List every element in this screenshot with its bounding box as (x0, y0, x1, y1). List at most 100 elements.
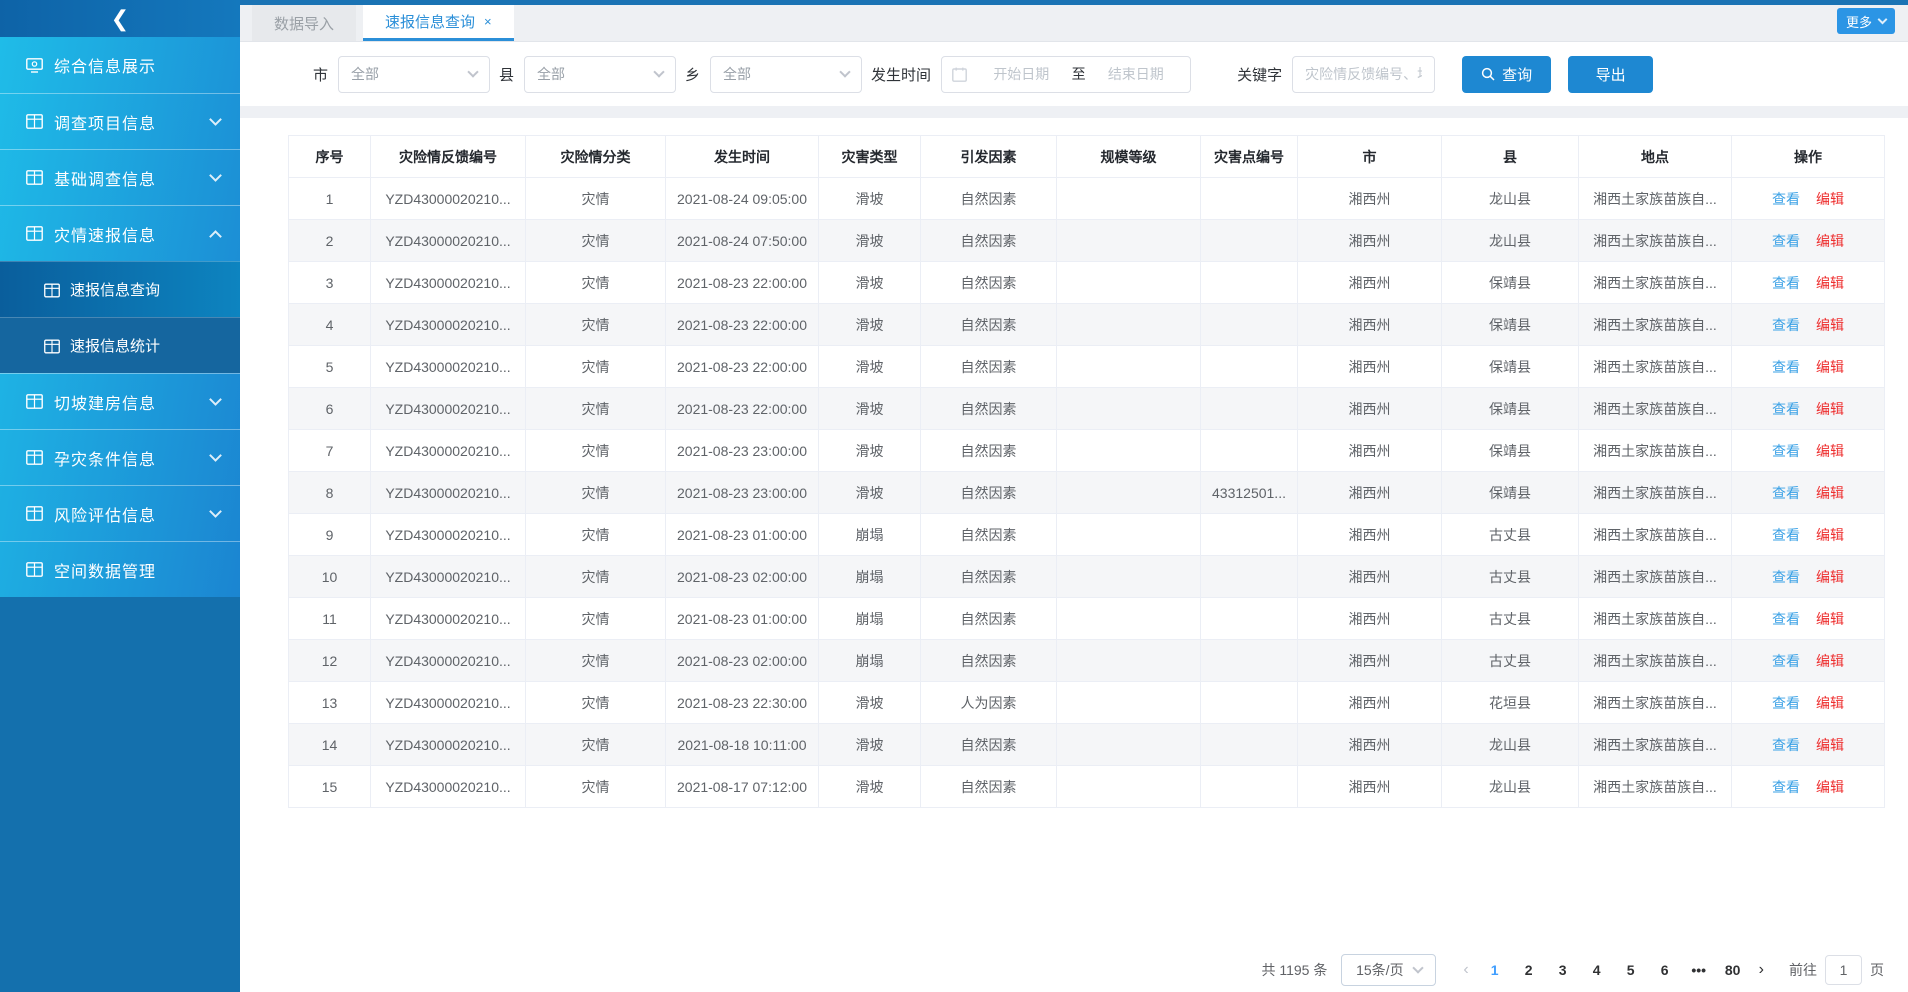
edit-link[interactable]: 编辑 (1816, 527, 1844, 543)
cell-type: 滑坡 (819, 304, 921, 346)
view-link[interactable]: 查看 (1772, 275, 1800, 291)
cell-actions: 查看编辑 (1732, 304, 1885, 346)
view-link[interactable]: 查看 (1772, 359, 1800, 375)
cell-scale (1057, 430, 1201, 472)
view-link[interactable]: 查看 (1772, 527, 1800, 543)
edit-link[interactable]: 编辑 (1816, 317, 1844, 333)
table-row: 13YZD43000020210...灾情2021-08-23 22:30:00… (289, 682, 1885, 724)
cell-category: 灾情 (526, 472, 666, 514)
view-link[interactable]: 查看 (1772, 779, 1800, 795)
page-number[interactable]: 1 (1486, 962, 1504, 978)
export-button[interactable]: 导出 (1568, 56, 1653, 93)
cell-actions: 查看编辑 (1732, 766, 1885, 808)
cell-no: 1 (289, 178, 371, 220)
view-link[interactable]: 查看 (1772, 317, 1800, 333)
cell-category: 灾情 (526, 178, 666, 220)
chevron-down-icon (839, 66, 850, 77)
chevron-down-icon (209, 449, 222, 462)
cell-no: 14 (289, 724, 371, 766)
edit-link[interactable]: 编辑 (1816, 191, 1844, 207)
view-link[interactable]: 查看 (1772, 653, 1800, 669)
view-link[interactable]: 查看 (1772, 233, 1800, 249)
edit-link[interactable]: 编辑 (1816, 653, 1844, 669)
edit-link[interactable]: 编辑 (1816, 695, 1844, 711)
sidebar-subitem[interactable]: 速报信息统计 (0, 317, 240, 373)
goto-page-input[interactable] (1825, 955, 1862, 985)
prev-page-button[interactable]: ‹ (1454, 961, 1477, 979)
pagination: 共 1195 条 15条/页 ‹ 123456•••80 › 前往 页 (1261, 954, 1884, 986)
view-link[interactable]: 查看 (1772, 443, 1800, 459)
chevron-down-icon (467, 66, 478, 77)
sidebar-item[interactable]: 调查项目信息 (0, 93, 240, 149)
sidebar-item[interactable]: 风险评估信息 (0, 485, 240, 541)
page-number[interactable]: 6 (1656, 962, 1674, 978)
sidebar-item[interactable]: 孕灾条件信息 (0, 429, 240, 485)
view-link[interactable]: 查看 (1772, 569, 1800, 585)
township-select[interactable]: 全部 (710, 56, 862, 93)
edit-link[interactable]: 编辑 (1816, 275, 1844, 291)
edit-link[interactable]: 编辑 (1816, 233, 1844, 249)
cell-city: 湘西州 (1298, 724, 1442, 766)
close-icon[interactable]: × (484, 14, 492, 29)
view-link[interactable]: 查看 (1772, 191, 1800, 207)
sidebar-item[interactable]: 空间数据管理 (0, 541, 240, 597)
sidebar-item[interactable]: 切坡建房信息 (0, 373, 240, 429)
keyword-input[interactable] (1292, 56, 1435, 93)
end-date-placeholder[interactable]: 结束日期 (1092, 64, 1181, 84)
edit-link[interactable]: 编辑 (1816, 401, 1844, 417)
cell-code: YZD43000020210... (371, 556, 526, 598)
cell-point_code (1201, 766, 1298, 808)
edit-link[interactable]: 编辑 (1816, 611, 1844, 627)
page-number[interactable]: 3 (1554, 962, 1572, 978)
column-header: 县 (1442, 136, 1579, 178)
edit-link[interactable]: 编辑 (1816, 359, 1844, 375)
column-header: 地点 (1579, 136, 1732, 178)
cell-category: 灾情 (526, 514, 666, 556)
more-button[interactable]: 更多 (1837, 8, 1895, 34)
edit-link[interactable]: 编辑 (1816, 443, 1844, 459)
cell-code: YZD43000020210... (371, 388, 526, 430)
city-select[interactable]: 全部 (338, 56, 490, 93)
cell-no: 11 (289, 598, 371, 640)
sidebar-subitem[interactable]: 速报信息查询 (0, 261, 240, 317)
cell-location: 湘西土家族苗族自... (1579, 682, 1732, 724)
page-number[interactable]: 80 (1724, 962, 1742, 978)
tab-inactive[interactable]: 数据导入 (252, 5, 356, 41)
date-separator: 至 (1066, 64, 1092, 84)
cell-scale (1057, 556, 1201, 598)
search-button[interactable]: 查询 (1462, 56, 1551, 93)
sidebar-item[interactable]: 基础调查信息 (0, 149, 240, 205)
page-size-select[interactable]: 15条/页 (1341, 954, 1436, 986)
view-link[interactable]: 查看 (1772, 401, 1800, 417)
sidebar-item[interactable]: 综合信息展示 (0, 37, 240, 93)
edit-link[interactable]: 编辑 (1816, 569, 1844, 585)
view-link[interactable]: 查看 (1772, 611, 1800, 627)
page-number[interactable]: ••• (1690, 962, 1708, 978)
view-link[interactable]: 查看 (1772, 737, 1800, 753)
cell-factor: 自然因素 (921, 514, 1057, 556)
table-row: 10YZD43000020210...灾情2021-08-23 02:00:00… (289, 556, 1885, 598)
sidebar-item-label: 切坡建房信息 (54, 390, 211, 414)
county-select[interactable]: 全部 (524, 56, 676, 93)
sidebar-collapse-button[interactable]: ❮ (0, 0, 240, 37)
cell-point_code (1201, 598, 1298, 640)
date-range-picker[interactable]: 开始日期 至 结束日期 (941, 56, 1191, 93)
edit-link[interactable]: 编辑 (1816, 779, 1844, 795)
main-area: 数据导入速报信息查询× 更多 市 全部 县 全部 乡 全部 发生时间 开始日期 … (240, 0, 1908, 992)
cell-factor: 自然因素 (921, 556, 1057, 598)
sidebar-item[interactable]: 灾情速报信息 (0, 205, 240, 261)
cell-time: 2021-08-24 09:05:00 (666, 178, 819, 220)
view-link[interactable]: 查看 (1772, 695, 1800, 711)
page-number[interactable]: 4 (1588, 962, 1606, 978)
cell-location: 湘西土家族苗族自... (1579, 598, 1732, 640)
cell-no: 4 (289, 304, 371, 346)
page-number[interactable]: 5 (1622, 962, 1640, 978)
view-link[interactable]: 查看 (1772, 485, 1800, 501)
page-number[interactable]: 2 (1520, 962, 1538, 978)
edit-link[interactable]: 编辑 (1816, 737, 1844, 753)
sidebar-item-label: 孕灾条件信息 (54, 446, 211, 470)
tab-active[interactable]: 速报信息查询× (363, 5, 514, 41)
edit-link[interactable]: 编辑 (1816, 485, 1844, 501)
start-date-placeholder[interactable]: 开始日期 (977, 64, 1066, 84)
next-page-button[interactable]: › (1750, 961, 1773, 979)
